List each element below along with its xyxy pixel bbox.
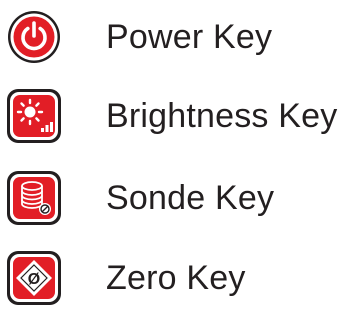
legend-item-power: Power Key [0,9,360,69]
zero-icon: Ø [6,250,62,306]
key-legend: Power Key Brightness Key Sonde Key Ø Zer… [0,0,360,316]
sonde-icon [6,170,62,226]
zero-symbol: Ø [28,271,40,288]
legend-label-power: Power Key [106,18,273,56]
power-icon [6,9,62,65]
brightness-icon [6,88,62,144]
legend-label-zero: Zero Key [106,259,246,297]
legend-label-brightness: Brightness Key [106,97,338,135]
legend-item-sonde: Sonde Key [0,170,360,230]
legend-item-zero: Ø Zero Key [0,250,360,310]
legend-label-sonde: Sonde Key [106,179,275,217]
legend-item-brightness: Brightness Key [0,88,360,148]
